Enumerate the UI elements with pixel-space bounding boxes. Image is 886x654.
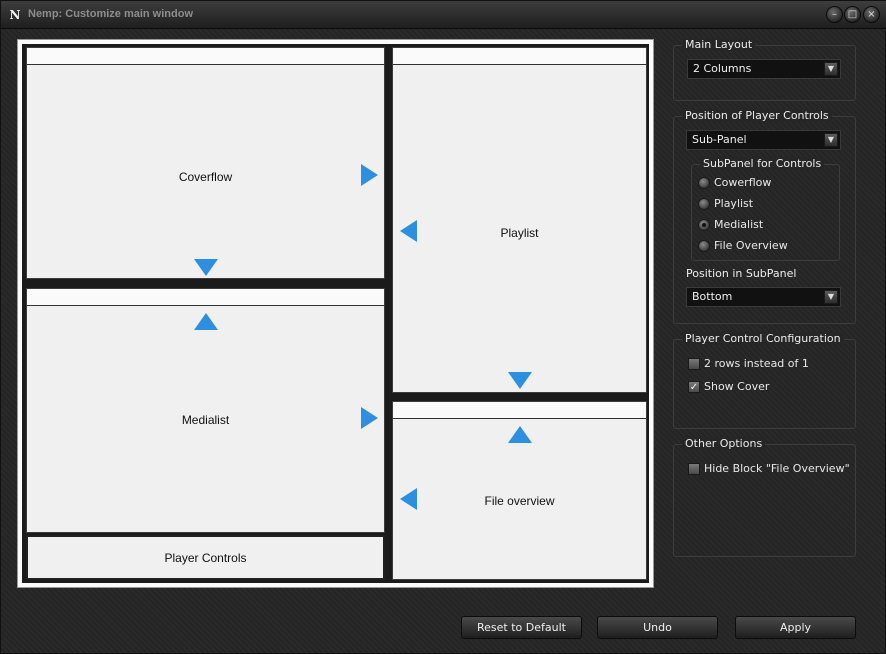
file-overview-label: File overview [484, 494, 555, 508]
radio-cowerflow[interactable]: Cowerflow [698, 175, 838, 191]
medialist-header[interactable] [27, 289, 384, 306]
position-in-subpanel-label: Position in SubPanel [686, 267, 797, 280]
player-controls-panel[interactable]: Player Controls [26, 535, 385, 580]
radio-label: Medialist [714, 218, 764, 231]
window-title: Nemp: Customize main window [28, 8, 194, 20]
checkbox-icon[interactable] [688, 463, 700, 475]
coverflow-panel[interactable]: Coverflow [26, 47, 385, 279]
coverflow-move-down-icon[interactable] [194, 259, 218, 276]
file-overview-panel[interactable]: File overview [392, 401, 647, 580]
apply-button[interactable]: Apply [735, 616, 856, 639]
playlist-move-down-icon[interactable] [508, 372, 532, 389]
radio-icon[interactable] [698, 198, 710, 210]
radio-label: File Overview [714, 239, 788, 252]
hide-file-overview-checkbox[interactable]: Hide Block "File Overview" [688, 461, 853, 477]
main-layout-value: 2 Columns [693, 62, 752, 75]
player-controls-position-value: Sub-Panel [692, 133, 747, 146]
chevron-down-icon[interactable]: ▼ [824, 62, 838, 76]
radio-label: Playlist [714, 197, 754, 210]
other-options-legend: Other Options [682, 437, 766, 450]
chevron-down-icon[interactable]: ▼ [824, 133, 838, 147]
close-button[interactable]: × [863, 6, 880, 23]
position-in-subpanel-select[interactable]: Bottom ▼ [686, 287, 841, 307]
playlist-header[interactable] [393, 48, 646, 65]
player-controls-label: Player Controls [164, 551, 247, 565]
subpanel-legend: SubPanel for Controls [700, 157, 825, 170]
maximize-button[interactable]: □ [844, 6, 861, 23]
position-in-subpanel-value: Bottom [692, 290, 733, 303]
radio-label: Cowerflow [714, 176, 772, 189]
medialist-panel[interactable]: Medialist [26, 288, 385, 533]
radio-icon[interactable] [698, 177, 710, 189]
layout-preview-canvas: Coverflow Medialist Player Controls Play… [22, 44, 649, 583]
player-controls-position-legend: Position of Player Controls [682, 109, 832, 122]
minimize-button[interactable]: – [826, 6, 843, 23]
medialist-label: Medialist [181, 413, 230, 427]
two-rows-checkbox[interactable]: 2 rows instead of 1 [688, 356, 848, 372]
coverflow-header[interactable] [27, 48, 384, 65]
chevron-down-icon[interactable]: ▼ [824, 290, 838, 304]
show-cover-label: Show Cover [704, 380, 770, 393]
file-overview-move-up-icon[interactable] [508, 426, 532, 443]
radio-playlist[interactable]: Playlist [698, 196, 838, 212]
file-overview-header[interactable] [393, 402, 646, 419]
player-controls-position-select[interactable]: Sub-Panel ▼ [686, 130, 841, 150]
checkmark-icon[interactable]: ✓ [688, 381, 700, 393]
hide-file-overview-label: Hide Block "File Overview" [704, 462, 850, 475]
customize-window: N Nemp: Customize main window – □ × Cove… [0, 0, 886, 654]
radio-file-overview[interactable]: File Overview [698, 238, 838, 254]
main-layout-group: Main Layout 2 Columns ▼ [673, 38, 856, 101]
subpanel-group: SubPanel for Controls Cowerflow Playlist… [691, 157, 840, 261]
main-layout-legend: Main Layout [682, 38, 756, 51]
playlist-label: Playlist [500, 226, 539, 240]
main-layout-select[interactable]: 2 Columns ▼ [687, 59, 841, 79]
player-control-config-group: Player Control Configuration 2 rows inst… [673, 332, 856, 429]
two-rows-label: 2 rows instead of 1 [704, 357, 809, 370]
layout-preview: Coverflow Medialist Player Controls Play… [17, 39, 654, 588]
medialist-move-right-icon[interactable] [361, 407, 378, 429]
reset-to-default-button[interactable]: Reset to Default [461, 616, 582, 639]
radio-selected-icon[interactable] [698, 219, 710, 231]
other-options-group: Other Options Hide Block "File Overview" [673, 437, 856, 557]
show-cover-checkbox[interactable]: ✓ Show Cover [688, 379, 848, 395]
radio-icon[interactable] [698, 240, 710, 252]
playlist-panel[interactable]: Playlist [392, 47, 647, 393]
undo-button[interactable]: Undo [597, 616, 718, 639]
medialist-move-up-icon[interactable] [194, 313, 218, 330]
title-bar[interactable]: N Nemp: Customize main window – □ × [1, 1, 886, 29]
player-control-config-legend: Player Control Configuration [682, 332, 844, 345]
coverflow-label: Coverflow [178, 170, 233, 184]
player-controls-position-group: Position of Player Controls Sub-Panel ▼ … [673, 109, 856, 324]
coverflow-move-right-icon[interactable] [361, 164, 378, 186]
radio-medialist[interactable]: Medialist [698, 217, 838, 233]
checkbox-icon[interactable] [688, 358, 700, 370]
nemp-app-icon: N [9, 8, 21, 22]
